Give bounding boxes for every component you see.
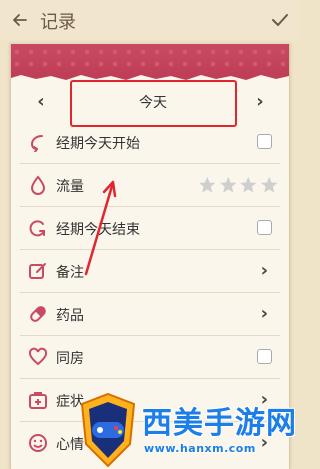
edit-icon [29, 263, 46, 279]
star-icon[interactable] [219, 176, 238, 194]
prev-day-button[interactable]: ‹ [31, 90, 51, 114]
star-icon[interactable] [239, 176, 258, 194]
next-day-button[interactable]: › [250, 90, 270, 114]
page-title: 记录 [40, 12, 76, 33]
watermark: 西美手游网 www.hanxm.com [78, 392, 300, 469]
pill-icon [30, 306, 46, 322]
row-period-start[interactable]: 经期今天开始 [20, 121, 280, 164]
medkit-icon [29, 392, 47, 409]
star-icon[interactable] [198, 176, 217, 194]
row-flow[interactable]: 流量 [20, 164, 280, 207]
watermark-url: www.hanxm.com [144, 442, 256, 455]
period-end-icon [29, 220, 45, 237]
row-label: 流量 [56, 179, 84, 195]
annotation-arrow [84, 180, 117, 276]
top-bar: 记录 [0, 0, 300, 40]
smile-icon [29, 434, 47, 452]
row-label: 备注 [56, 265, 84, 281]
check-icon[interactable] [270, 10, 290, 30]
row-period-end[interactable]: 经期今天结束 [20, 207, 280, 250]
annotation-highlight-box [70, 80, 237, 127]
drop-icon [30, 175, 46, 195]
chevron-right-icon[interactable]: › [261, 260, 268, 282]
row-label: 药品 [56, 308, 84, 324]
row-intimacy[interactable]: 同房 [20, 336, 280, 379]
decorative-band [11, 44, 289, 74]
arrow-left-icon[interactable] [10, 10, 30, 30]
period-end-checkbox[interactable] [257, 220, 272, 235]
chevron-right-icon[interactable]: › [261, 303, 268, 325]
row-label: 经期今天开始 [56, 136, 140, 152]
heart-icon [28, 347, 48, 366]
row-label: 同房 [56, 351, 84, 367]
row-notes[interactable]: 备注 › [20, 250, 280, 293]
row-medicine[interactable]: 药品 › [20, 293, 280, 336]
star-icon[interactable] [260, 176, 279, 194]
gamepad-shield-icon [80, 392, 136, 468]
flow-rating[interactable] [198, 176, 278, 194]
period-start-checkbox[interactable] [257, 134, 272, 149]
period-start-icon [30, 135, 43, 152]
watermark-title: 西美手游网 [142, 406, 297, 441]
intimacy-checkbox[interactable] [257, 349, 272, 364]
